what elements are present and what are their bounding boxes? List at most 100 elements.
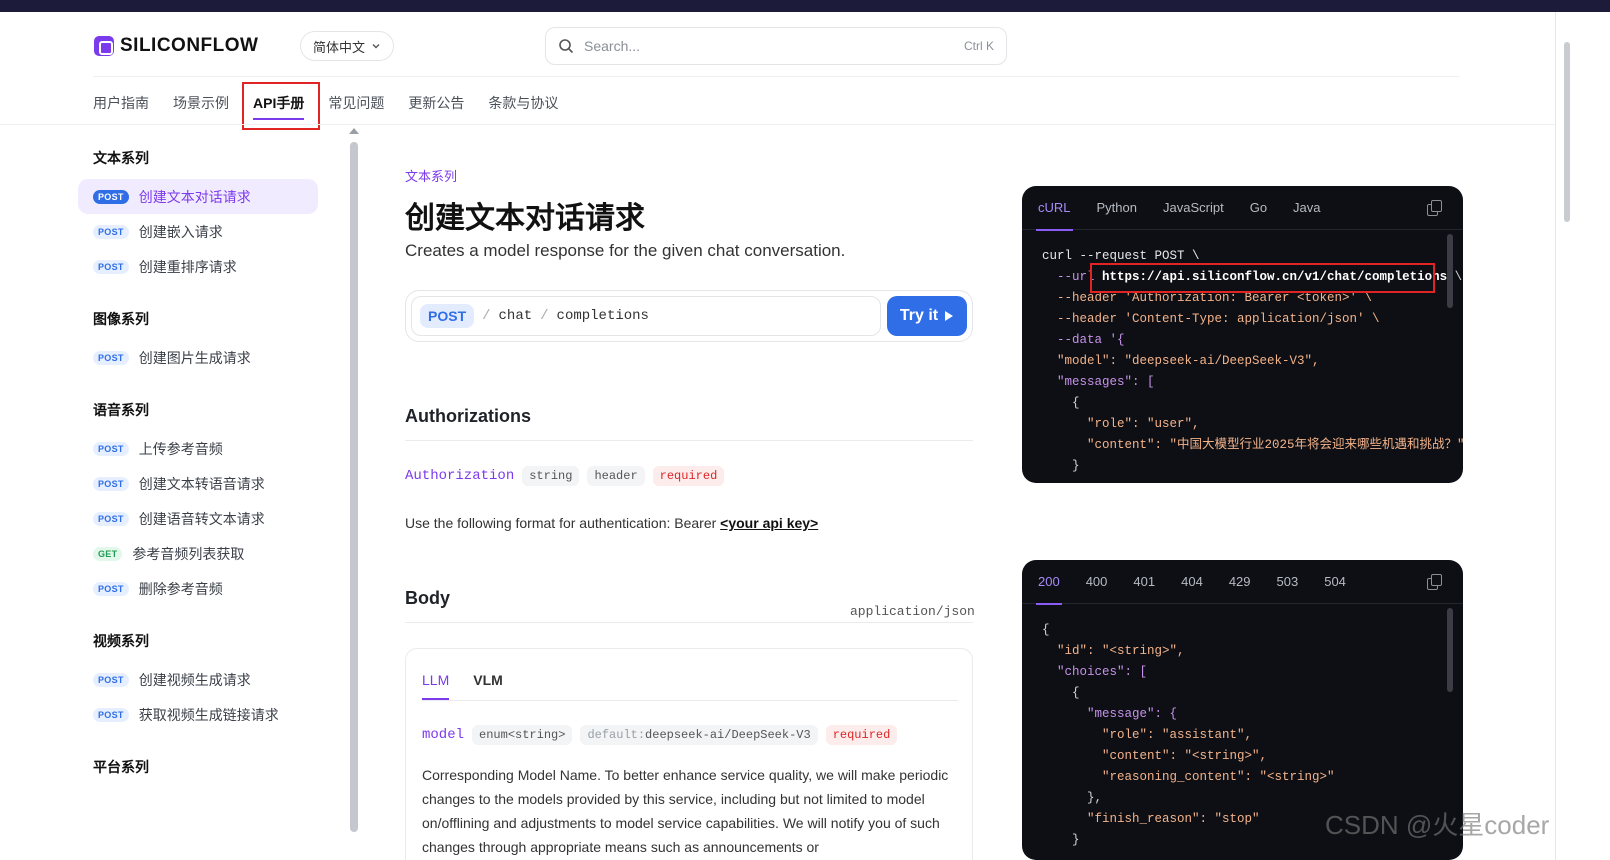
authorizations-heading: Authorizations [405, 406, 531, 426]
tab-go[interactable]: Go [1240, 186, 1277, 230]
tab-faq[interactable]: 常见问题 [328, 82, 384, 124]
endpoint-bar: POST / chat / completions Try it [405, 290, 973, 342]
copy-icon[interactable] [1427, 574, 1442, 590]
breadcrumb[interactable]: 文本系列 [405, 166, 457, 185]
code-line: "message": { [1042, 707, 1178, 721]
language-label: 简体中文 [313, 39, 366, 55]
sidebar-item-label: 创建文本对话请求 [138, 188, 251, 205]
copy-icon[interactable] [1427, 200, 1442, 216]
sidebar-group-title: 视频系列 [93, 633, 149, 649]
sidebar-group-video: 视频系列 POST 创建视频生成请求 POST 获取视频生成链接请求 [78, 628, 318, 732]
sidebar-item-label: 创建视频生成请求 [138, 671, 251, 688]
method-badge: POST [93, 511, 129, 526]
sidebar-item-create-rerank[interactable]: POST 创建重排序请求 [78, 249, 318, 284]
sidebar-item-delete-audio[interactable]: POST 删除参考音频 [78, 571, 318, 606]
api-key-link[interactable]: <your api key> [720, 515, 818, 531]
tab-status-400[interactable]: 400 [1076, 560, 1118, 604]
tab-llm[interactable]: LLM [422, 661, 450, 700]
tab-scenarios[interactable]: 场景示例 [173, 82, 229, 124]
auth-desc-text: Use the following format for authenticat… [405, 515, 721, 531]
method-badge: POST [93, 441, 129, 456]
watermark: CSDN @火星coder [1325, 810, 1550, 840]
code-line: "choices": [ [1042, 665, 1148, 679]
section-divider [405, 440, 973, 441]
sidebar-item-create-video[interactable]: POST 创建视频生成请求 [78, 662, 318, 697]
code-line: --data '{ [1042, 333, 1125, 347]
sidebar-group-platform: 平台系列 [78, 754, 318, 780]
search-input[interactable]: Search... Ctrl K [545, 27, 1007, 65]
code-line: "role": "assistant", [1042, 728, 1253, 742]
sidebar-item-get-video-link[interactable]: POST 获取视频生成链接请求 [78, 697, 318, 732]
param-type: enum<string> [472, 725, 573, 745]
code-line: "reasoning_content": "<string>" [1042, 770, 1335, 784]
sidebar-item-create-embedding[interactable]: POST 创建嵌入请求 [78, 214, 318, 249]
sidebar-group-title: 平台系列 [93, 759, 149, 775]
tab-status-401[interactable]: 401 [1123, 560, 1165, 604]
search-placeholder: Search... [584, 38, 641, 54]
endpoint-path[interactable]: POST / chat / completions [411, 296, 881, 336]
logo-text: SILICONFLOW [120, 35, 259, 56]
tab-python[interactable]: Python [1087, 186, 1147, 230]
default-label: default: [587, 728, 646, 742]
tab-user-guide[interactable]: 用户指南 [93, 82, 149, 124]
tab-vlm[interactable]: VLM [473, 661, 503, 699]
sidebar-scrollbar[interactable] [348, 128, 360, 860]
model-description: Corresponding Model Name. To better enha… [422, 767, 949, 855]
path-segment: completions [556, 308, 649, 324]
param-required: required [825, 725, 898, 745]
tab-java[interactable]: Java [1283, 186, 1330, 230]
tab-javascript[interactable]: JavaScript [1153, 186, 1234, 230]
param-name: Authorization [405, 468, 515, 484]
siliconflow-logo[interactable]: SILICONFLOW [94, 35, 258, 57]
browser-top-strip [0, 0, 1610, 12]
param-type: string [522, 466, 580, 486]
tab-divider [422, 700, 958, 701]
page-scroll-thumb[interactable] [1564, 42, 1570, 222]
tab-curl[interactable]: cURL [1028, 186, 1081, 231]
path-segment: chat [498, 308, 533, 324]
sidebar-item-upload-audio[interactable]: POST 上传参考音频 [78, 431, 318, 466]
code-line: "content": "<string>", [1042, 749, 1268, 763]
code-line: { [1042, 396, 1080, 410]
method-badge: POST [93, 707, 129, 722]
tab-announcements[interactable]: 更新公告 [408, 82, 464, 124]
logo-icon [94, 36, 114, 56]
method-badge: POST [93, 672, 129, 687]
chevron-down-icon [372, 44, 380, 49]
tab-status-429[interactable]: 429 [1219, 560, 1261, 604]
tab-status-404[interactable]: 404 [1171, 560, 1213, 604]
endpoint-method: POST [420, 304, 475, 328]
sidebar-scroll-thumb[interactable] [350, 142, 358, 832]
sidebar-item-label: 创建嵌入请求 [138, 223, 223, 240]
page-description: Creates a model response for the given c… [405, 241, 846, 260]
sidebar-item-label: 创建图片生成请求 [138, 349, 251, 366]
tab-status-200[interactable]: 200 [1028, 560, 1070, 605]
tab-status-504[interactable]: 504 [1314, 560, 1356, 604]
response-scroll-thumb[interactable] [1447, 608, 1453, 692]
header-divider [93, 76, 1460, 77]
sidebar-item-create-chat[interactable]: POST 创建文本对话请求 [78, 179, 318, 214]
method-badge: POST [93, 189, 129, 204]
tab-status-503[interactable]: 503 [1267, 560, 1309, 604]
request-scroll-thumb[interactable] [1447, 234, 1453, 308]
search-shortcut: Ctrl K [964, 39, 994, 53]
sidebar-item-label: 上传参考音频 [138, 440, 223, 457]
sidebar-group-title: 图像系列 [93, 311, 149, 327]
auth-param-row: Authorization string header required [405, 466, 725, 486]
sidebar-item-tts[interactable]: POST 创建文本转语音请求 [78, 466, 318, 501]
sidebar-item-stt[interactable]: POST 创建语音转文本请求 [78, 501, 318, 536]
path-separator: / [482, 308, 491, 324]
play-icon [945, 311, 954, 321]
tab-terms[interactable]: 条款与协议 [488, 82, 558, 124]
body-params-card: LLM VLM model enum<string> default:deeps… [405, 648, 973, 860]
response-status-tabs: 200 400 401 404 429 503 504 [1022, 560, 1463, 605]
try-it-button[interactable]: Try it [887, 296, 967, 336]
path-separator: / [540, 308, 549, 324]
default-value: deepseek-ai/DeepSeek-V3 [645, 728, 811, 742]
nav-divider [0, 124, 1555, 125]
sidebar-item-list-audio[interactable]: GET 参考音频列表获取 [78, 536, 318, 571]
sidebar-group-title: 语音系列 [93, 402, 149, 418]
sidebar-item-create-image[interactable]: POST 创建图片生成请求 [78, 340, 318, 375]
scroll-up-arrow-icon[interactable] [349, 128, 359, 134]
language-selector[interactable]: 简体中文 [300, 31, 395, 61]
